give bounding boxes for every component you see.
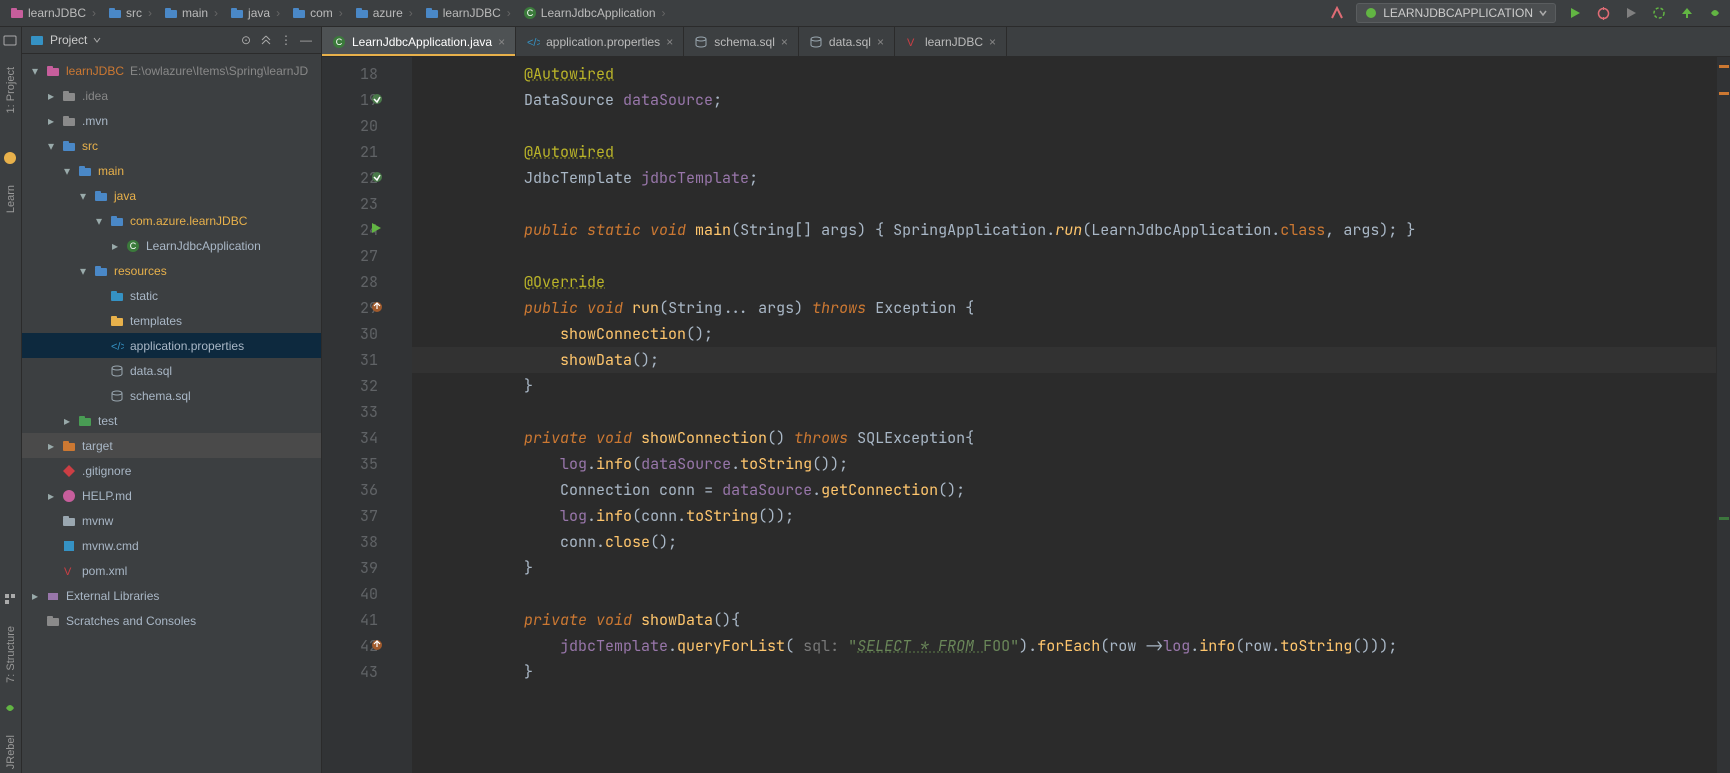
editor-tab[interactable]: </>application.properties× bbox=[516, 27, 684, 56]
editor-tabs: CLearnJdbcApplication.java×</>applicatio… bbox=[322, 27, 1730, 57]
rail-structure[interactable]: 7: Structure bbox=[5, 622, 17, 687]
svg-text:</>: </> bbox=[111, 341, 124, 353]
tree-item[interactable]: Vpom.xml bbox=[22, 558, 321, 583]
tree-root[interactable]: ▾learnJDBC E:\owlazure\Items\Spring\lear… bbox=[22, 58, 321, 83]
settings-icon[interactable]: ⋮ bbox=[279, 33, 293, 47]
tree-item[interactable]: ▾java bbox=[22, 183, 321, 208]
crumb[interactable]: azure› bbox=[351, 4, 419, 22]
tree-item[interactable]: data.sql bbox=[22, 358, 321, 383]
crumb[interactable]: main› bbox=[160, 4, 224, 22]
hide-icon[interactable]: — bbox=[299, 33, 313, 47]
rail-learn[interactable]: Learn bbox=[5, 181, 17, 217]
jrebel-tab-icon[interactable] bbox=[3, 701, 19, 717]
left-rail: 1: Project Learn 7: Structure JRebel bbox=[0, 27, 22, 773]
run-config-select[interactable]: LEARNJDBCAPPLICATION bbox=[1356, 3, 1556, 23]
project-tab-icon[interactable] bbox=[3, 33, 19, 49]
build-icon[interactable] bbox=[1328, 4, 1346, 22]
code-content[interactable]: @Autowired DataSource dataSource; @Autow… bbox=[412, 57, 1716, 773]
profile-icon[interactable] bbox=[1650, 4, 1668, 22]
project-tool-window: Project ⊙ ⋮ — ▾learnJDBC E:\owlazure\Ite… bbox=[22, 27, 322, 773]
toolbar-right: LEARNJDBCAPPLICATION bbox=[1328, 3, 1724, 23]
rail-project[interactable]: 1: Project bbox=[5, 63, 17, 117]
tree-item[interactable]: .gitignore bbox=[22, 458, 321, 483]
tree-item[interactable]: Scratches and Consoles bbox=[22, 608, 321, 633]
crumb[interactable]: learnJDBC› bbox=[6, 4, 102, 22]
project-title: Project bbox=[50, 33, 87, 47]
tree-item[interactable]: ▸.idea bbox=[22, 83, 321, 108]
error-stripe[interactable] bbox=[1716, 57, 1730, 773]
svg-text:V: V bbox=[64, 566, 72, 578]
run-icon[interactable] bbox=[1566, 4, 1584, 22]
nav-toolbar: learnJDBC›src›main›java›com›azure›learnJ… bbox=[0, 0, 1730, 27]
tree-item[interactable]: ▾com.azure.learnJDBC bbox=[22, 208, 321, 233]
editor-tab[interactable]: schema.sql× bbox=[684, 27, 799, 56]
tree-item[interactable]: ▸.mvn bbox=[22, 108, 321, 133]
crumb[interactable]: CLearnJdbcApplication› bbox=[519, 4, 672, 22]
learn-tab-icon[interactable] bbox=[3, 151, 19, 167]
tree-item[interactable]: mvnw bbox=[22, 508, 321, 533]
gutter[interactable]: 1819202122232427282930313233343536373839… bbox=[322, 57, 392, 773]
marker-column[interactable] bbox=[392, 57, 412, 773]
svg-text:C: C bbox=[130, 241, 137, 251]
crumb[interactable]: src› bbox=[104, 4, 158, 22]
run-config-name: LEARNJDBCAPPLICATION bbox=[1383, 6, 1533, 20]
project-tree[interactable]: ▾learnJDBC E:\owlazure\Items\Spring\lear… bbox=[22, 54, 321, 773]
svg-text:C: C bbox=[527, 8, 534, 18]
tree-item[interactable]: ▸test bbox=[22, 408, 321, 433]
svg-text:</>: </> bbox=[527, 37, 540, 49]
close-icon[interactable]: × bbox=[781, 35, 788, 49]
tree-item[interactable]: ▾src bbox=[22, 133, 321, 158]
update-icon[interactable] bbox=[1678, 4, 1696, 22]
tree-item[interactable]: static bbox=[22, 283, 321, 308]
tree-item[interactable]: ▸CLearnJdbcApplication bbox=[22, 233, 321, 258]
rail-jrebel[interactable]: JRebel bbox=[5, 731, 17, 773]
tree-item[interactable]: ▸target bbox=[22, 433, 321, 458]
locate-icon[interactable]: ⊙ bbox=[239, 33, 253, 47]
close-icon[interactable]: × bbox=[666, 35, 673, 49]
crumb[interactable]: com› bbox=[288, 4, 349, 22]
crumb[interactable]: learnJDBC› bbox=[421, 4, 517, 22]
breadcrumb[interactable]: learnJDBC›src›main›java›com›azure›learnJ… bbox=[6, 4, 1328, 22]
run-coverage-icon[interactable] bbox=[1622, 4, 1640, 22]
code-editor[interactable]: 1819202122232427282930313233343536373839… bbox=[322, 57, 1730, 773]
jrebel-icon[interactable] bbox=[1706, 4, 1724, 22]
close-icon[interactable]: × bbox=[498, 35, 505, 49]
tree-item[interactable]: </>application.properties bbox=[22, 333, 321, 358]
close-icon[interactable]: × bbox=[989, 35, 996, 49]
debug-icon[interactable] bbox=[1594, 4, 1612, 22]
tree-item[interactable]: ▸External Libraries bbox=[22, 583, 321, 608]
editor-tab[interactable]: data.sql× bbox=[799, 27, 895, 56]
tree-item[interactable]: ▸HELP.md bbox=[22, 483, 321, 508]
tree-item[interactable]: ▾main bbox=[22, 158, 321, 183]
tree-item[interactable]: ▾resources bbox=[22, 258, 321, 283]
tree-item[interactable]: mvnw.cmd bbox=[22, 533, 321, 558]
editor-tab[interactable]: CLearnJdbcApplication.java× bbox=[322, 27, 516, 56]
project-header: Project ⊙ ⋮ — bbox=[22, 27, 321, 54]
structure-tab-icon[interactable] bbox=[3, 592, 19, 608]
tree-item[interactable]: templates bbox=[22, 308, 321, 333]
close-icon[interactable]: × bbox=[877, 35, 884, 49]
tree-item[interactable]: schema.sql bbox=[22, 383, 321, 408]
crumb[interactable]: java› bbox=[226, 4, 286, 22]
editor-tab[interactable]: VlearnJDBC× bbox=[895, 27, 1007, 56]
editor-area: CLearnJdbcApplication.java×</>applicatio… bbox=[322, 27, 1730, 773]
collapse-icon[interactable] bbox=[259, 33, 273, 47]
svg-text:V: V bbox=[907, 37, 915, 49]
svg-text:C: C bbox=[336, 37, 343, 47]
